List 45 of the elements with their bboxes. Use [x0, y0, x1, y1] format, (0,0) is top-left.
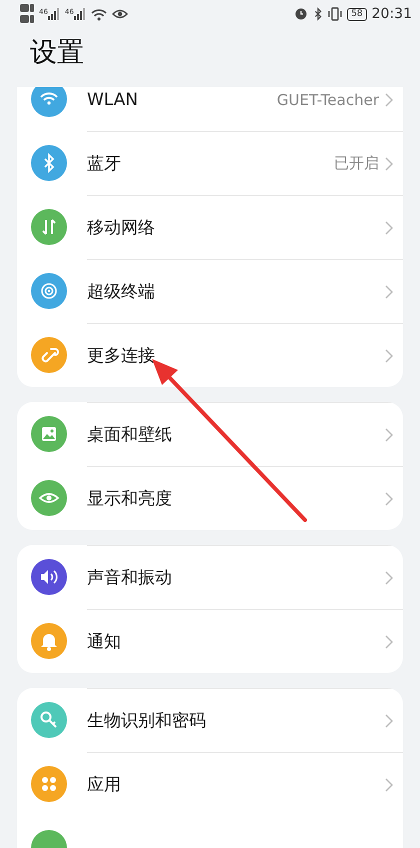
signal-icon: [74, 8, 86, 20]
row-label: 声音和振动: [87, 567, 173, 589]
row-label: WLAN: [87, 90, 140, 110]
bluetooth-icon: [313, 7, 324, 21]
settings-row[interactable]: 桌面和壁纸: [17, 402, 403, 466]
clock-time: 20:31: [372, 6, 412, 22]
hd-icon: [20, 3, 34, 25]
settings-row[interactable]: 超级终端: [17, 259, 403, 323]
row-label: 显示和亮度: [87, 488, 173, 510]
alarm-icon: [294, 7, 308, 21]
chevron-icon: [385, 220, 393, 234]
settings-row[interactable]: WLAN GUET-Teacher: [17, 87, 403, 131]
row-label: 蓝牙: [87, 153, 122, 175]
settings-row[interactable]: 显示和亮度: [17, 466, 403, 530]
chevron-icon: [385, 348, 393, 362]
settings-row[interactable]: 通知: [17, 609, 403, 673]
chevron-icon: [385, 634, 393, 648]
row-label: 更多连接: [87, 345, 156, 367]
row-label: 超级终端: [87, 281, 156, 303]
settings-row[interactable]: 应用: [17, 752, 403, 816]
chevron-icon: [385, 570, 393, 584]
chevron-icon: [385, 284, 393, 298]
battery-level: 58: [347, 8, 367, 20]
row-label: 桌面和壁纸: [87, 424, 173, 446]
eye-icon: [112, 8, 128, 20]
row-value: 已开启: [334, 154, 379, 173]
settings-row[interactable]: 生物识别和密码: [17, 688, 403, 752]
row-label: 通知: [87, 631, 122, 653]
chevron-icon: [385, 714, 393, 728]
row-value: GUET-Teacher: [276, 90, 379, 108]
settings-row[interactable]: 蓝牙 已开启: [17, 131, 403, 195]
chevron-icon: [385, 428, 393, 442]
row-label: 应用: [87, 774, 122, 796]
chevron-icon: [385, 92, 393, 106]
settings-row[interactable]: 声音和振动: [17, 545, 403, 609]
row-label: 生物识别和密码: [87, 710, 207, 732]
chevron-icon: [385, 492, 393, 506]
chevron-icon: [385, 778, 393, 792]
wifi-icon: [90, 7, 107, 21]
vibrate-icon: [328, 7, 342, 21]
row-label: 移动网络: [87, 217, 156, 239]
chevron-icon: [385, 156, 393, 170]
page-title: 设置: [29, 36, 85, 70]
settings-row[interactable]: 移动网络: [17, 195, 403, 259]
signal-icon: [48, 8, 60, 20]
